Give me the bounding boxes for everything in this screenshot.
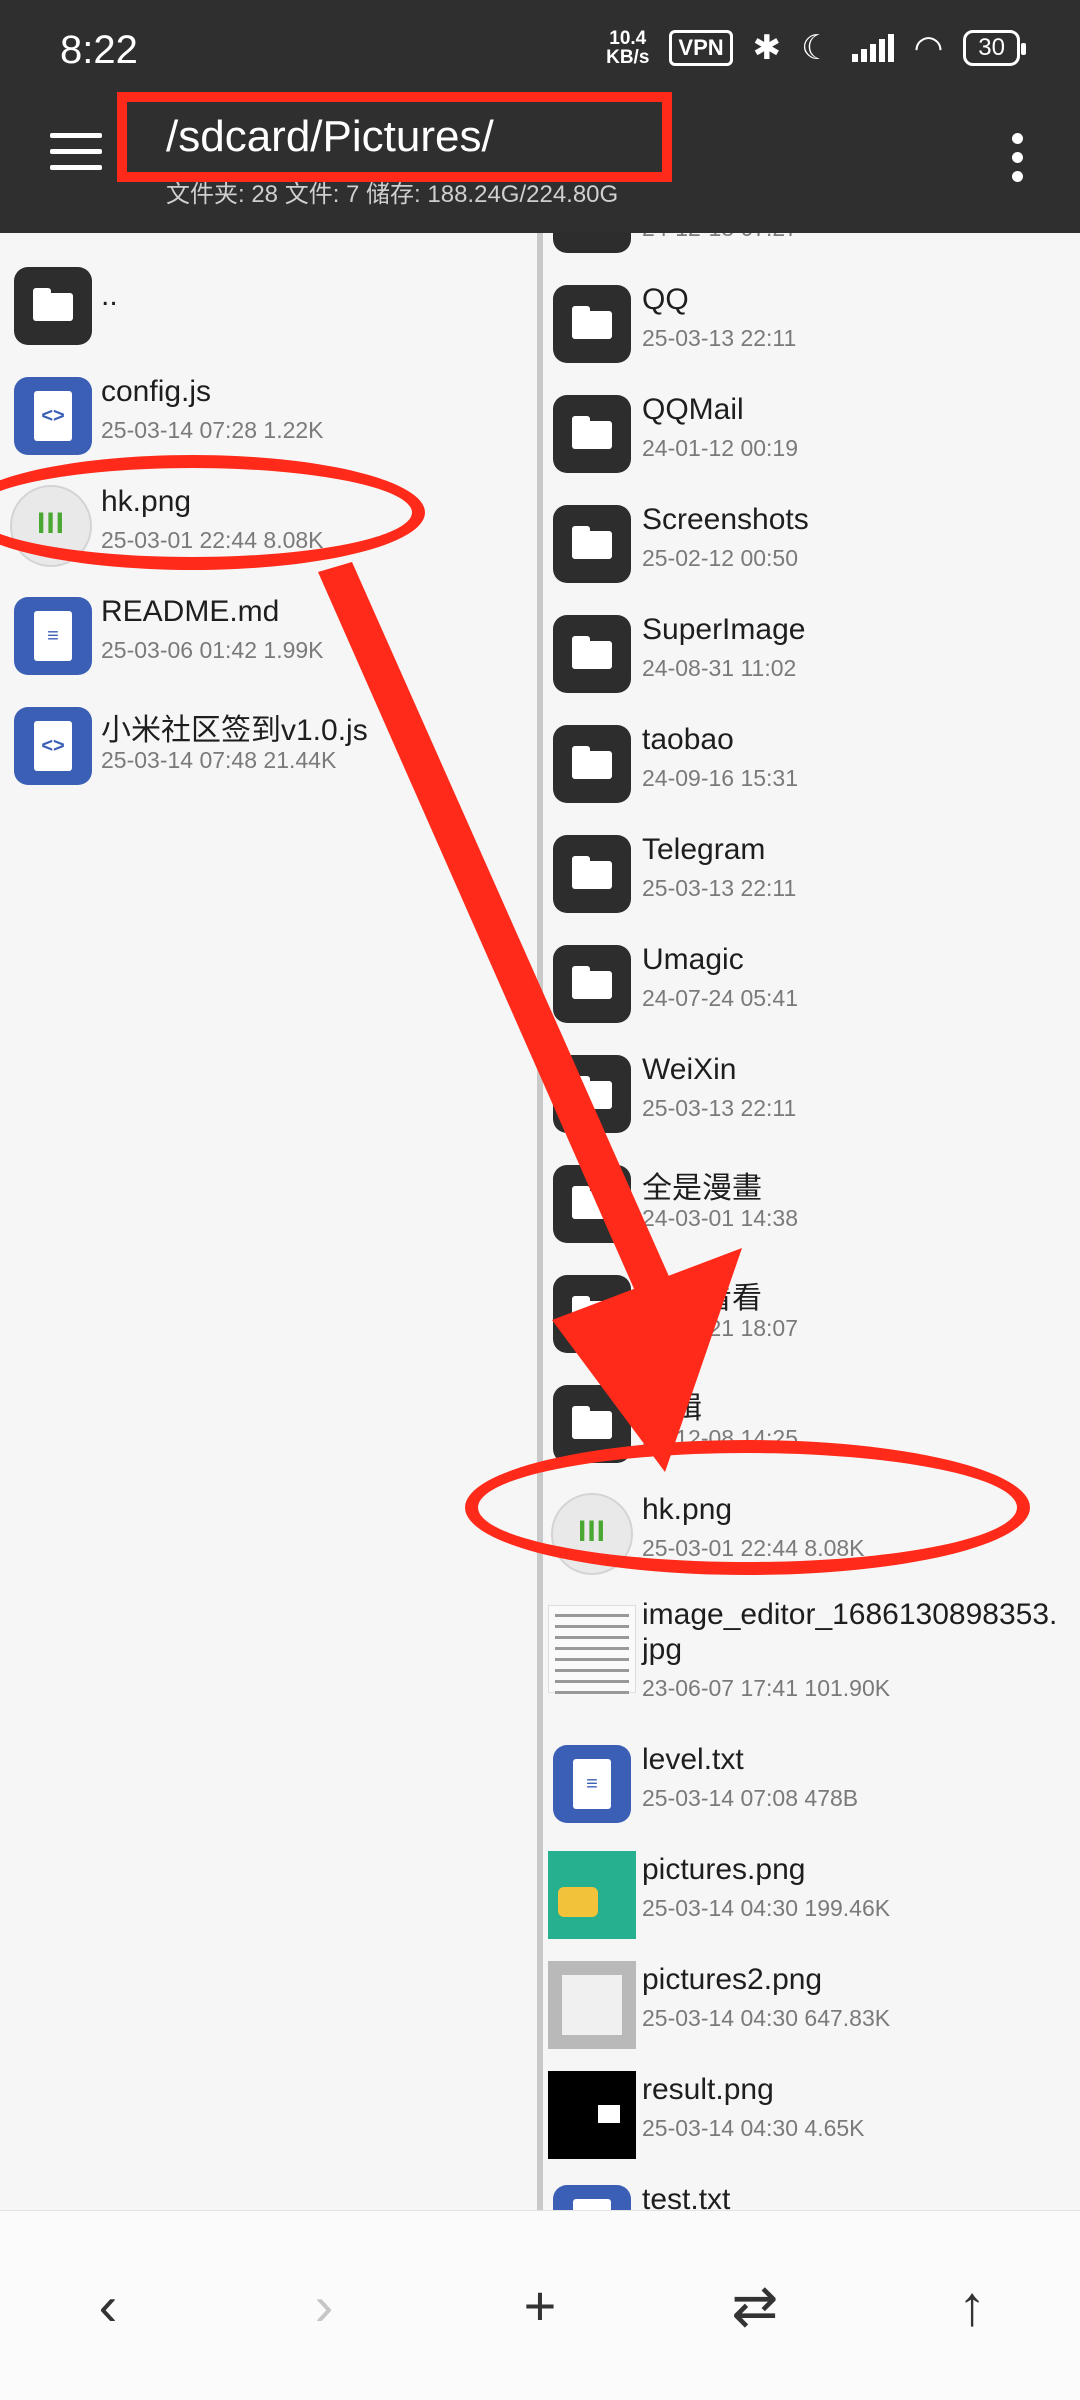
drag-arrow-annotation — [318, 562, 742, 1472]
back-icon[interactable]: ‹ — [68, 2271, 148, 2341]
swap-panes-icon[interactable]: ⇄ — [715, 2271, 795, 2341]
bottom-navigation-bar: ‹ › + ⇄ ↑ — [0, 2210, 1080, 2400]
forward-icon[interactable]: › — [284, 2271, 364, 2341]
parent-directory-icon[interactable]: ↑ — [932, 2271, 1012, 2341]
add-icon[interactable]: + — [500, 2271, 580, 2341]
